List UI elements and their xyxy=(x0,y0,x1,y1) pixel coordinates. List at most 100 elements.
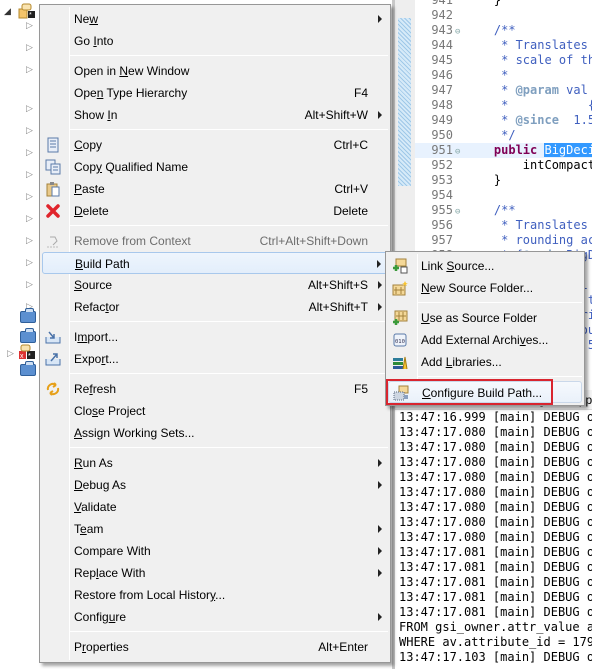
menu-item-import[interactable]: Import... xyxy=(42,326,388,348)
menu-item-shortcut: Alt+Shift+W xyxy=(304,108,368,122)
submenu-item-use-as-source-folder[interactable]: Use as Source Folder xyxy=(388,307,582,329)
submenu-arrow-icon xyxy=(378,569,382,577)
menu-item-validate[interactable]: Validate xyxy=(42,496,388,518)
code-line: 950 */ xyxy=(415,128,592,143)
submenu-item-link-source[interactable]: Link Source... xyxy=(388,255,582,277)
menu-item-delete[interactable]: Delete Delete xyxy=(42,200,388,222)
project-icon: * xyxy=(18,3,36,19)
menu-item-build-path[interactable]: Build Path xyxy=(42,252,388,274)
svg-text:*: * xyxy=(28,353,31,360)
menu-item-refresh[interactable]: Refresh F5 xyxy=(42,378,388,400)
collapse-arrow-icon[interactable]: ▷ xyxy=(26,20,33,30)
collapse-arrow-icon[interactable]: ▷ xyxy=(26,147,33,157)
refresh-icon xyxy=(45,381,61,397)
menu-item-label: Configure xyxy=(74,610,127,624)
collapse-arrow-icon[interactable]: ▷ xyxy=(26,279,33,289)
menu-item-copy[interactable]: Copy Ctrl+C xyxy=(42,134,388,156)
collapse-arrow-icon[interactable]: ▷ xyxy=(26,213,33,223)
code-text: * xyxy=(465,68,509,82)
collapse-arrow-icon[interactable]: ▷ xyxy=(26,125,33,135)
line-number: 942 xyxy=(431,8,453,22)
code-text: */ xyxy=(465,128,516,142)
annotation-highlight-box xyxy=(386,379,553,405)
menu-item-shortcut: Ctrl+V xyxy=(334,182,368,196)
collapse-arrow-icon[interactable]: ▷ xyxy=(26,42,33,52)
console-line: 13:47:17.080 [main] DEBUG or xyxy=(399,485,592,499)
keyword: public xyxy=(465,143,545,157)
code-line: 947 * @param val {@c xyxy=(415,83,592,98)
submenu-item-add-external-archives[interactable]: 010 Add External Archives... xyxy=(388,329,582,351)
menu-item-team[interactable]: Team xyxy=(42,518,388,540)
console-view[interactable]: <terminated> TestContext [Java Applicati… xyxy=(392,390,592,669)
menu-item-go-into[interactable]: Go Into xyxy=(42,30,388,52)
code-text: * rounding accor xyxy=(501,233,592,247)
submenu-arrow-icon xyxy=(378,281,382,289)
code-line: 953 } xyxy=(415,173,592,188)
export-icon xyxy=(45,351,61,367)
collapse-arrow-icon[interactable]: ▷ xyxy=(26,235,33,245)
code-text: } xyxy=(465,173,502,187)
svg-text:x: x xyxy=(20,353,24,360)
menu-item-label: New Source Folder... xyxy=(421,281,534,295)
code-line: 954 xyxy=(415,188,592,203)
use-source-folder-icon xyxy=(392,310,408,326)
menu-item-label: Open in New Window xyxy=(74,64,190,78)
submenu-item-add-libraries[interactable]: Add Libraries... xyxy=(388,351,582,373)
menu-item-run-as[interactable]: Run As xyxy=(42,452,388,474)
menu-separator xyxy=(70,447,388,448)
line-number: 945 xyxy=(431,53,453,67)
code-text: * Translates an xyxy=(501,218,588,232)
expand-arrow-icon[interactable]: ◢ xyxy=(4,6,11,16)
submenu-arrow-icon xyxy=(378,459,382,467)
line-number: 949 xyxy=(431,113,453,127)
copy-icon xyxy=(45,137,61,153)
menu-item-open-type-hierarchy[interactable]: Open Type Hierarchy F4 xyxy=(42,82,388,104)
console-line: 13:47:17.081 [main] DEBUG or xyxy=(399,545,592,559)
submenu-item-new-source-folder[interactable]: New Source Folder... xyxy=(388,277,582,299)
submenu-arrow-icon xyxy=(378,303,382,311)
menu-item-properties[interactable]: Properties Alt+Enter xyxy=(42,636,388,658)
menu-item-new[interactable]: New xyxy=(42,8,388,30)
context-menu: New Go Into Open in New Window Open Type Hi… xyxy=(39,4,391,663)
collapse-arrow-icon[interactable]: ▷ xyxy=(7,348,14,358)
collapse-arrow-icon[interactable]: ▷ xyxy=(26,103,33,113)
menu-item-label: Replace With xyxy=(74,566,146,580)
menu-item-copy-qualified-name[interactable]: Copy Qualified Name xyxy=(42,156,388,178)
menu-item-open-in-new-window[interactable]: Open in New Window xyxy=(42,60,388,82)
menu-item-debug-as[interactable]: Debug As xyxy=(42,474,388,496)
line-number: 953 xyxy=(431,173,453,187)
menu-item-restore-from-local-history[interactable]: Restore from Local History... xyxy=(42,584,388,606)
project-icon: x * xyxy=(18,344,36,360)
submenu-arrow-icon xyxy=(378,15,382,23)
menu-item-label: Source xyxy=(74,278,113,292)
console-line: 13:47:17.081 [main] DEBUG or xyxy=(399,605,592,619)
collapse-arrow-icon[interactable]: ▷ xyxy=(26,169,33,179)
menu-item-assign-working-sets[interactable]: Assign Working Sets... xyxy=(42,422,388,444)
menu-item-source[interactable]: Source Alt+Shift+S xyxy=(42,274,388,296)
submenu-arrow-icon xyxy=(377,260,381,268)
menu-item-close-project[interactable]: Close Project xyxy=(42,400,388,422)
code-line: 941 } xyxy=(415,0,592,8)
menu-item-refactor[interactable]: Refactor Alt+Shift+T xyxy=(42,296,388,318)
menu-item-shortcut: Delete xyxy=(333,204,368,218)
menu-item-replace-with[interactable]: Replace With xyxy=(42,562,388,584)
menu-item-export[interactable]: Export... xyxy=(42,348,388,370)
collapse-arrow-icon[interactable]: ▷ xyxy=(26,257,33,267)
menu-item-configure[interactable]: Configure xyxy=(42,606,388,628)
build-path-submenu: Link Source... New Source Folder... Use as… xyxy=(385,251,585,406)
menu-item-compare-with[interactable]: Compare With xyxy=(42,540,388,562)
menu-item-paste[interactable]: Paste Ctrl+V xyxy=(42,178,388,200)
collapse-arrow-icon[interactable]: ▷ xyxy=(26,191,33,201)
menu-item-label: Go Into xyxy=(74,34,114,48)
collapse-arrow-icon[interactable]: ▷ xyxy=(26,64,33,74)
code-text: } xyxy=(465,0,502,7)
menu-item-shortcut: F4 xyxy=(353,86,368,100)
menu-item-label: Compare With xyxy=(74,544,151,558)
menu-item-show-in[interactable]: Show In Alt+Shift+W xyxy=(42,104,388,126)
submenu-arrow-icon xyxy=(378,613,382,621)
svg-text:010: 010 xyxy=(395,339,405,345)
menu-item-shortcut: Ctrl+C xyxy=(333,138,368,152)
line-number: 943 xyxy=(431,23,453,37)
menu-item-label: Properties xyxy=(74,640,129,654)
code-text: * @param val {@c xyxy=(465,83,588,97)
